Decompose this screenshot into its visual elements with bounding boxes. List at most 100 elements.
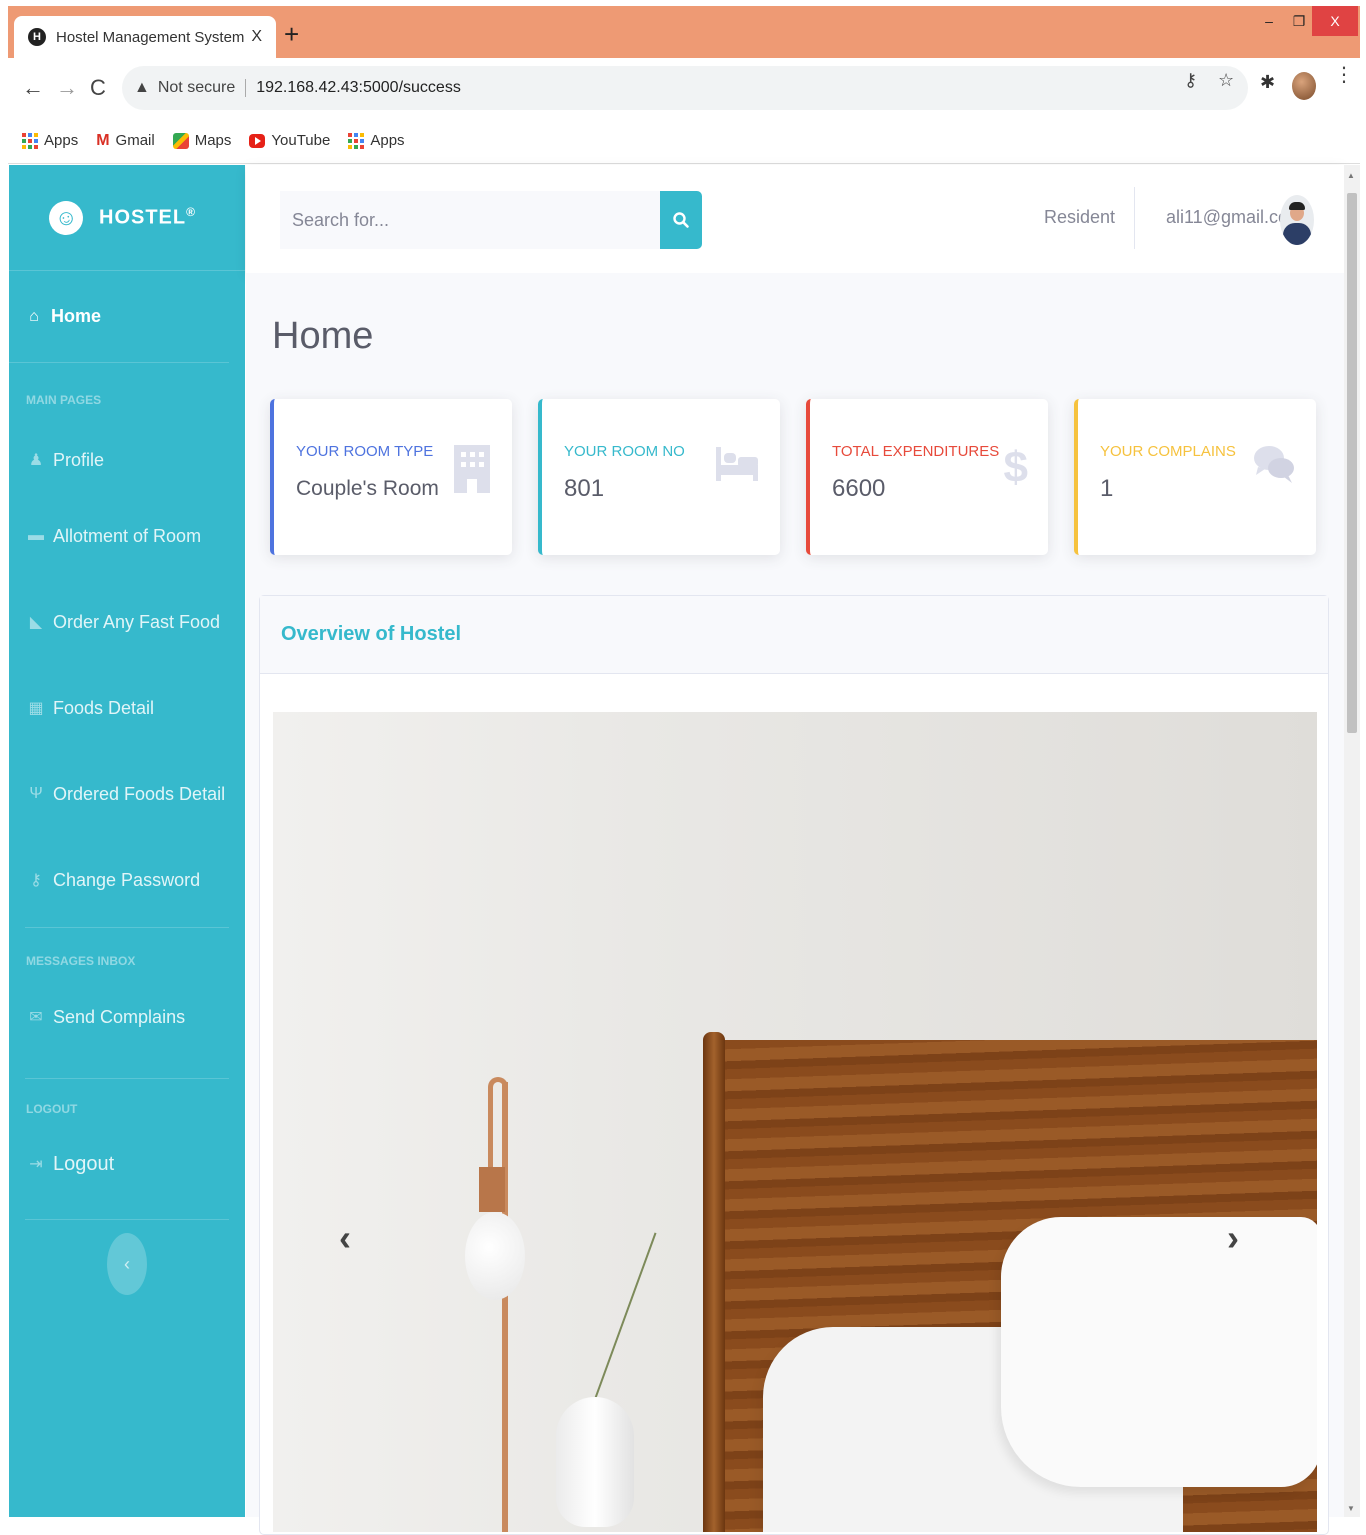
search-icon	[673, 212, 689, 228]
apps-grid-icon	[348, 132, 365, 149]
brand[interactable]: ☺ HOSTEL®	[9, 165, 245, 271]
bookmark-maps[interactable]: Maps	[172, 132, 231, 149]
sidebar-item-label: Logout	[53, 1152, 115, 1175]
room-no-card: YOUR ROOM NO 801	[538, 399, 780, 555]
sidebar-item-label: Send Complains	[53, 1006, 186, 1027]
utensils-icon: Ψ	[29, 785, 43, 802]
comments-icon	[1252, 443, 1296, 496]
sidebar-toggle-button[interactable]: ‹	[107, 1233, 147, 1295]
sidebar-item-allotment[interactable]: ▬ Allotment of Room	[9, 493, 245, 579]
scroll-thumb[interactable]	[1347, 193, 1357, 733]
table-icon: ▦	[28, 700, 44, 717]
browser-tab[interactable]: H Hostel Management System X	[14, 16, 276, 58]
sidebar-heading-messages: MESSAGES INBOX	[26, 954, 136, 968]
key-icon[interactable]: ⚷	[1184, 70, 1197, 91]
bookmark-apps[interactable]: Apps	[22, 132, 78, 149]
sidebar-item-label: Change Password	[53, 869, 201, 890]
card-label: YOUR COMPLAINS	[1100, 443, 1236, 460]
panel-title: Overview of Hostel	[260, 596, 1328, 674]
brand-text: HOSTEL®	[99, 205, 196, 229]
sidebar-item-order-food[interactable]: ◣ Order Any Fast Food	[9, 579, 245, 665]
sidebar-divider	[25, 1219, 229, 1220]
card-value: 1	[1100, 475, 1114, 502]
sidebar-item-home[interactable]: ⌂ Home	[9, 271, 229, 363]
not-secure-label[interactable]: Not secure	[158, 79, 247, 97]
bedpost-shape	[703, 1032, 725, 1532]
scroll-up-icon[interactable]: ▲	[1347, 171, 1355, 180]
avatar[interactable]	[1280, 195, 1314, 245]
sidebar-item-change-password[interactable]: ⚷ Change Password	[9, 837, 245, 923]
topbar-divider	[1134, 187, 1135, 249]
gmail-icon: M	[96, 131, 110, 149]
url-text[interactable]: 192.168.42.43:5000/success	[256, 79, 461, 97]
sidebar-item-label: Allotment of Room	[53, 525, 202, 546]
sidebar-item-send-complains[interactable]: ✉ Send Complains	[9, 994, 245, 1040]
vase-shape	[556, 1397, 634, 1527]
scroll-down-icon[interactable]: ▼	[1347, 1504, 1355, 1513]
carousel-prev-icon[interactable]: ‹	[339, 1217, 351, 1259]
sidebar-item-ordered-foods[interactable]: Ψ Ordered Foods Detail	[9, 751, 245, 837]
hostel-carousel[interactable]: ‹ ›	[273, 712, 1317, 1532]
pizza-icon: ◣	[29, 614, 43, 631]
envelope-icon: ✉	[29, 1009, 43, 1026]
new-tab-button[interactable]: +	[284, 21, 299, 47]
sidebar: ☺ HOSTEL® ⌂ Home MAIN PAGES ♟ Profile ▬ …	[9, 165, 245, 1517]
sidebar-item-label: Order Any Fast Food	[53, 611, 221, 632]
window-minimize-button[interactable]: –	[1254, 6, 1284, 36]
browser-toolbar: ← → C ▲ Not secure 192.168.42.43:5000/su…	[8, 58, 1360, 118]
topbar: Resident ali11@gmail.com	[246, 165, 1344, 273]
browser-menu-icon[interactable]: ⋮	[1334, 65, 1354, 85]
building-icon	[452, 443, 492, 506]
window-close-button[interactable]: X	[1312, 6, 1358, 36]
card-label: YOUR ROOM NO	[564, 443, 685, 460]
sidebar-item-logout[interactable]: ⇥ Logout	[9, 1139, 245, 1189]
bookmark-apps-2[interactable]: Apps	[348, 132, 405, 149]
lamp-socket-shape	[479, 1167, 505, 1212]
search-input[interactable]	[280, 191, 660, 249]
bookmarks-bar: Apps M Gmail Maps YouTube Apps	[8, 118, 1360, 164]
card-value: Couple's Room	[296, 477, 439, 500]
carousel-next-icon[interactable]: ›	[1227, 1217, 1239, 1259]
user-role[interactable]: Resident	[1044, 207, 1115, 228]
sidebar-heading-main: MAIN PAGES	[26, 393, 102, 407]
back-arrow-icon[interactable]: ←	[22, 76, 44, 100]
expenditures-card: TOTAL EXPENDITURES 6600 $	[806, 399, 1048, 555]
extensions-puzzle-icon[interactable]: ✱	[1260, 72, 1275, 93]
site-favicon-icon: H	[28, 28, 46, 46]
address-bar[interactable]: ▲ Not secure 192.168.42.43:5000/success	[122, 66, 1248, 110]
youtube-icon	[249, 133, 266, 148]
bookmark-gmail[interactable]: M Gmail	[96, 132, 155, 150]
tab-strip: H Hostel Management System X + – ❐ X	[8, 6, 1360, 58]
tab-title: Hostel Management System	[56, 28, 245, 46]
window-restore-button[interactable]: ❐	[1284, 6, 1314, 36]
dollar-icon: $	[1003, 443, 1028, 492]
sidebar-item-label: Foods Detail	[53, 697, 155, 718]
reload-icon[interactable]: C	[90, 76, 106, 100]
room-type-card: YOUR ROOM TYPE Couple's Room	[270, 399, 512, 555]
sidebar-item-foods-detail[interactable]: ▦ Foods Detail	[9, 665, 245, 751]
bed-icon: ▬	[28, 527, 44, 544]
card-label: TOTAL EXPENDITURES	[832, 443, 1000, 460]
tab-close-button[interactable]: X	[251, 28, 262, 46]
home-icon: ⌂	[29, 307, 39, 325]
sidebar-item-label: Home	[51, 306, 102, 326]
page-title: Home	[272, 315, 374, 357]
sidebar-item-label: Ordered Foods Detail	[53, 783, 226, 804]
sidebar-heading-logout: LOGOUT	[26, 1102, 78, 1116]
sidebar-item-label: Profile	[53, 449, 105, 470]
bookmark-youtube[interactable]: YouTube	[249, 132, 330, 149]
card-value: 6600	[832, 475, 886, 502]
browser-profile-avatar[interactable]	[1292, 72, 1316, 100]
complains-card: YOUR COMPLAINS 1	[1074, 399, 1316, 555]
bed-icon	[714, 443, 760, 494]
forward-arrow-icon[interactable]: →	[56, 76, 78, 100]
lamp-rod-shape	[502, 1082, 508, 1532]
pillow-shape	[1001, 1217, 1317, 1487]
sidebar-item-profile[interactable]: ♟ Profile	[9, 433, 245, 487]
bookmark-label: Apps	[370, 132, 405, 149]
page-scrollbar[interactable]: ▲ ▼	[1344, 165, 1360, 1517]
card-label: YOUR ROOM TYPE	[296, 443, 434, 460]
search-button[interactable]	[660, 191, 702, 249]
bookmark-label: Apps	[44, 132, 79, 149]
bookmark-star-icon[interactable]: ☆	[1218, 70, 1234, 91]
